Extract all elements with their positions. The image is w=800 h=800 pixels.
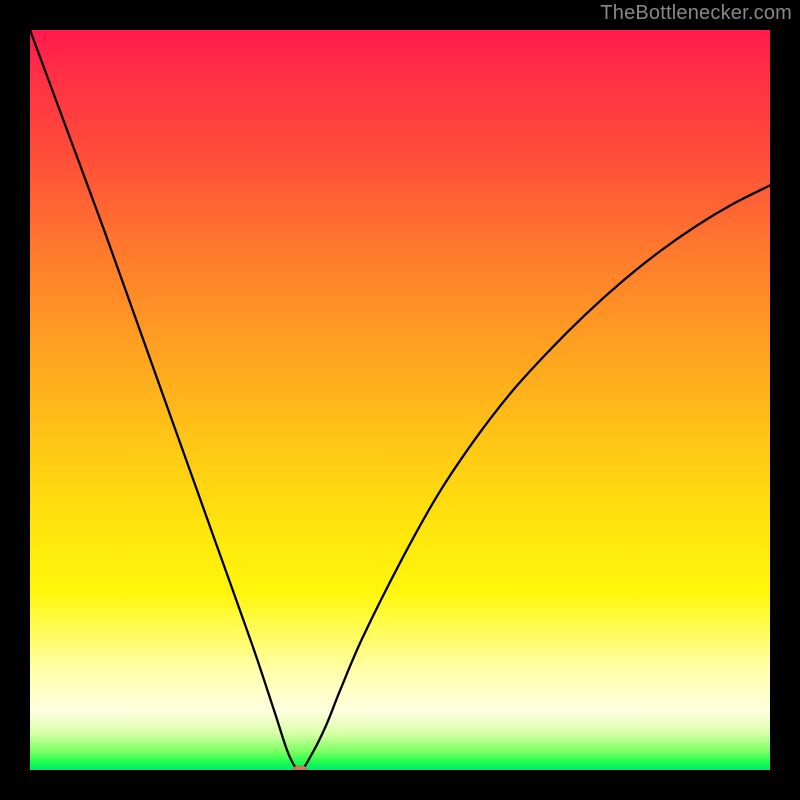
chart-frame: TheBottlenecker.com xyxy=(0,0,800,800)
plot-area xyxy=(30,30,770,770)
bottleneck-curve xyxy=(30,30,770,770)
optimal-point-marker xyxy=(293,766,307,771)
watermark-text: TheBottlenecker.com xyxy=(600,2,792,25)
